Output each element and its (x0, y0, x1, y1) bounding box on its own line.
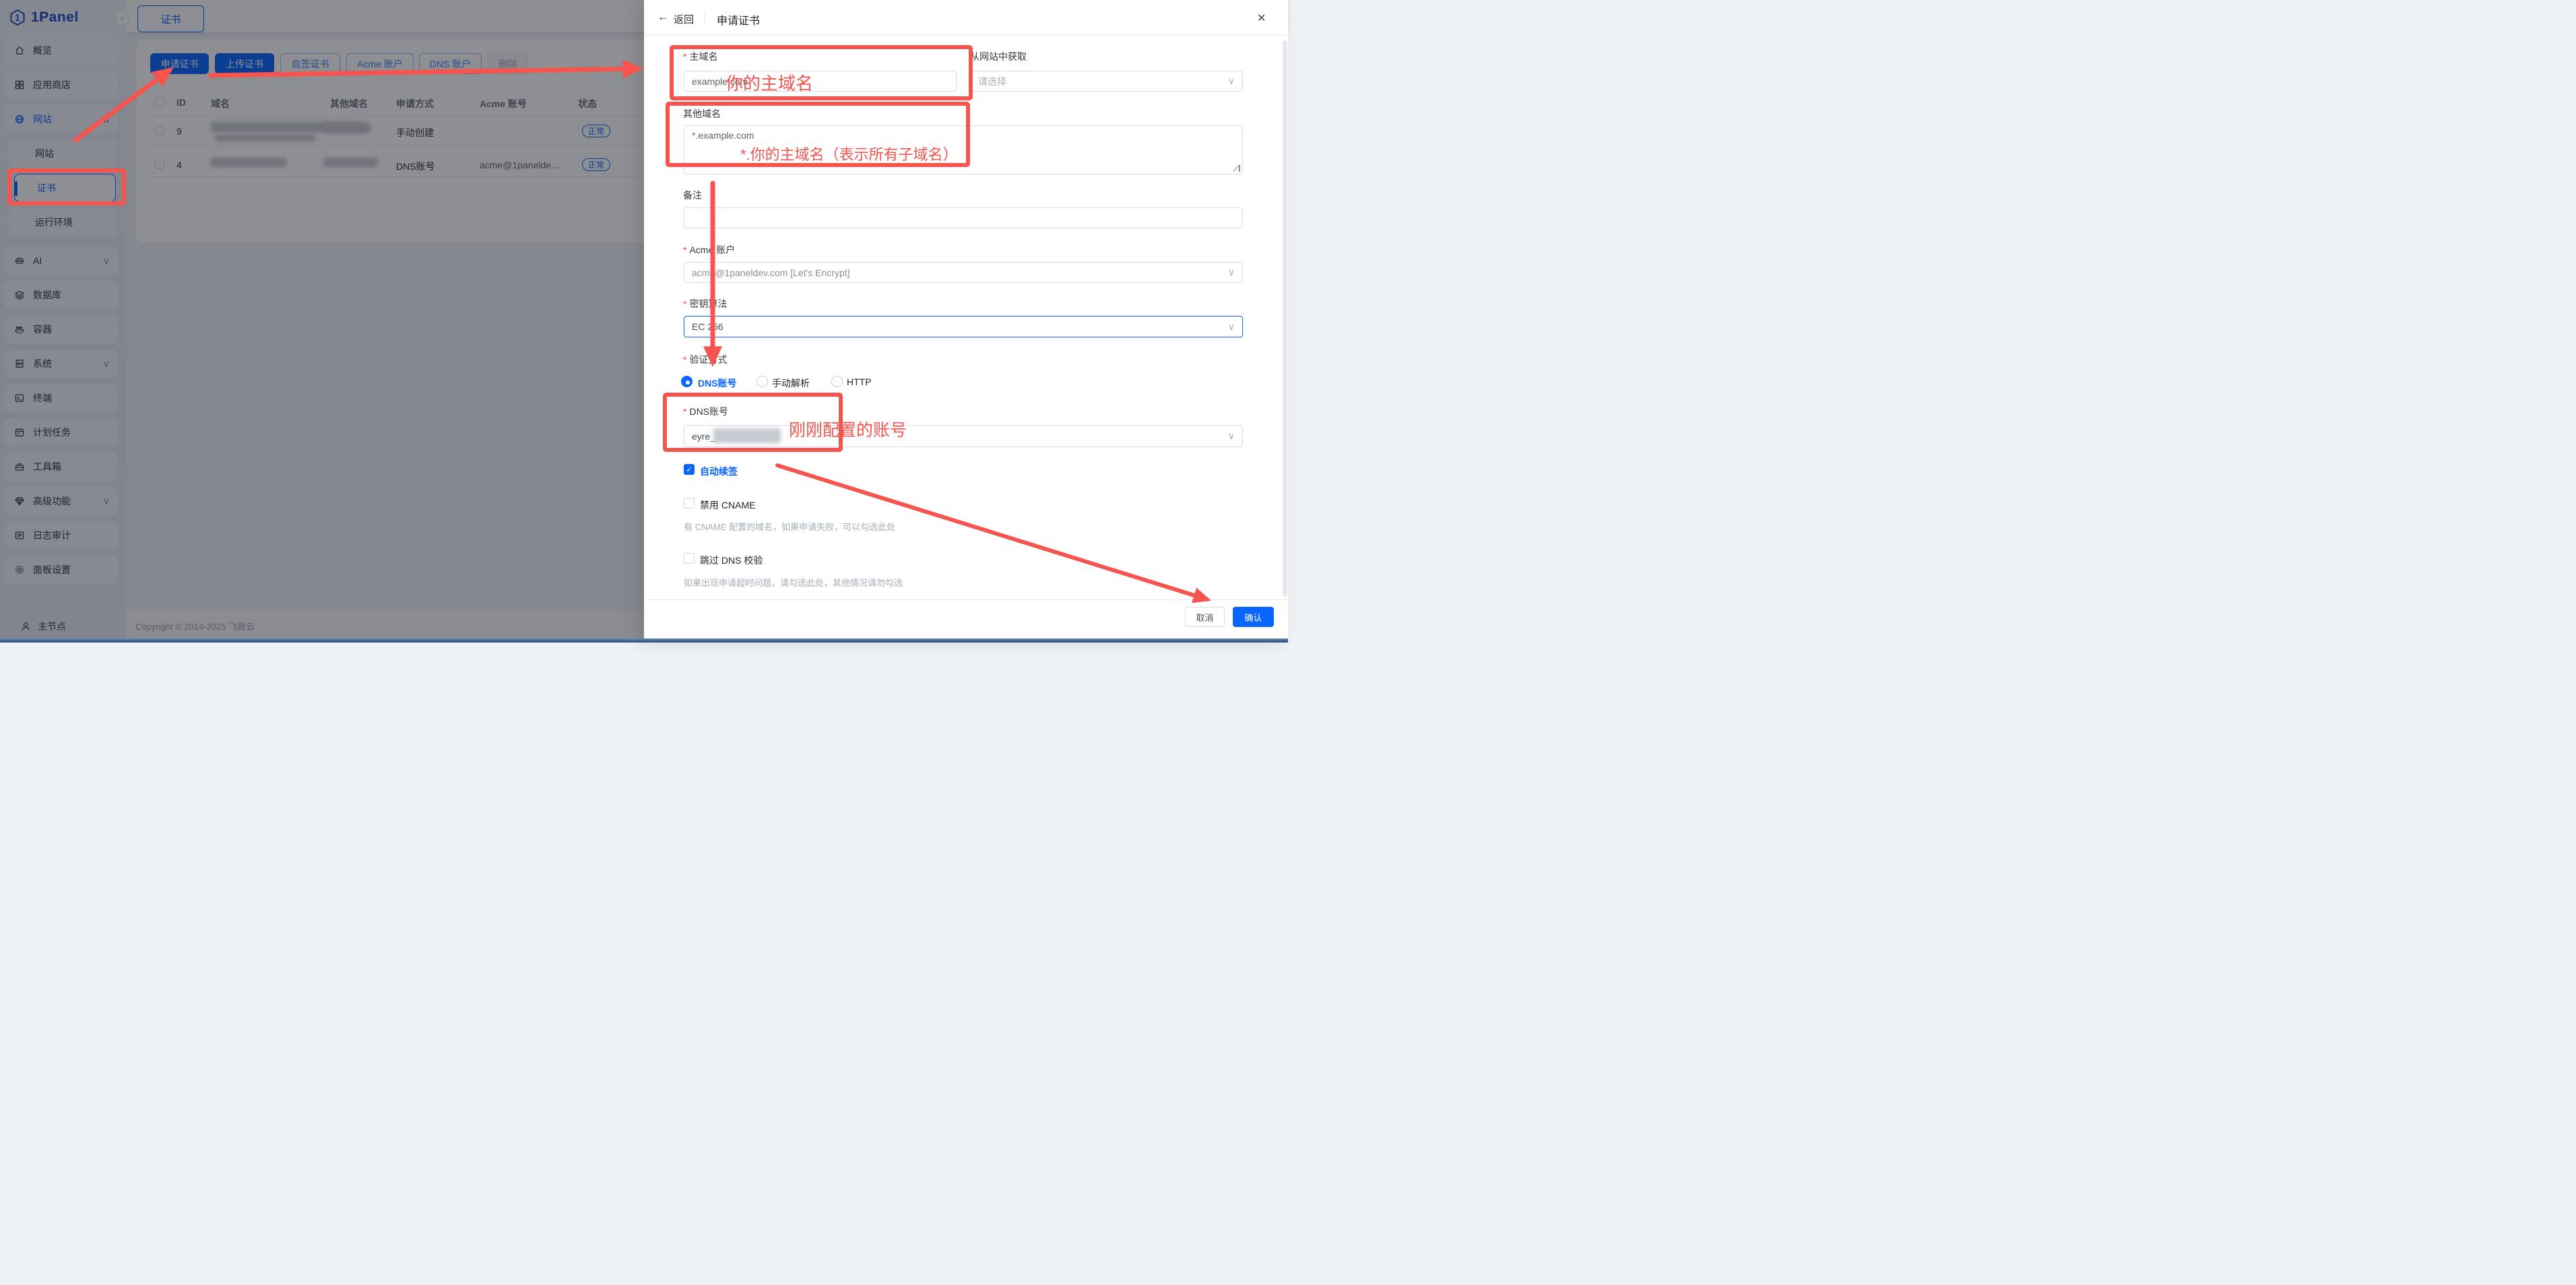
remark-label: 备注 (683, 189, 702, 202)
disable-cname-label[interactable]: 禁用 CNAME (700, 498, 755, 512)
from-site-label: 从网站中获取 (970, 50, 1027, 63)
radio-http[interactable] (831, 376, 843, 387)
annotation-box-main-domain (670, 45, 973, 100)
skip-dns-checkbox[interactable] (684, 553, 695, 564)
disable-cname-checkbox[interactable] (684, 498, 695, 508)
radio-dns-account[interactable] (681, 376, 693, 387)
header-divider (704, 13, 705, 24)
app-root: { "app": { "logo": "1Panel" }, "icons": … (0, 0, 1288, 642)
verify-mode-label: *验证方式 (683, 353, 727, 366)
remark-input[interactable] (684, 207, 1243, 228)
annotation-text-dns-account: 刚刚配置的账号 (789, 417, 907, 441)
auto-renew-label[interactable]: 自动续签 (700, 465, 738, 478)
drawer-header: ← 返回 申请证书 ✕ (644, 0, 1288, 36)
required-star: * (683, 354, 686, 365)
acme-account-select[interactable]: acme@1paneldev.com [Let's Encrypt] ∨ (684, 262, 1243, 283)
annotation-text-other-domain: *.你的主域名（表示所有子域名） (740, 143, 958, 164)
required-star: * (683, 298, 686, 309)
annotation-text-main-domain: 你的主域名 (726, 70, 813, 95)
close-icon[interactable]: ✕ (1257, 11, 1266, 25)
required-star: * (683, 244, 686, 255)
confirm-button[interactable]: 确认 (1233, 607, 1274, 627)
key-alg-label: *密钥算法 (683, 297, 727, 310)
radio-label[interactable]: 手动解析 (772, 376, 810, 390)
auto-renew-checkbox[interactable]: ✓ (684, 464, 695, 475)
label-text: 密钥算法 (689, 298, 727, 309)
resize-handle-icon[interactable] (1233, 165, 1240, 172)
skip-dns-help: 如果出现申请超时问题，请勾选此处，其他情况请勿勾选 (684, 576, 903, 589)
radio-manual-resolve[interactable] (756, 376, 768, 387)
select-placeholder: 请选择 (978, 75, 1006, 88)
select-value: acme@1paneldev.com [Let's Encrypt] (692, 267, 850, 278)
skip-dns-label[interactable]: 跳过 DNS 校验 (700, 554, 763, 567)
drawer-scrollbar[interactable] (1283, 40, 1287, 597)
back-button[interactable]: 返回 (674, 12, 694, 26)
button-label: 确认 (1244, 611, 1262, 624)
window-bottom-edge (0, 638, 1288, 642)
label-text: 验证方式 (689, 354, 727, 365)
label-text: Acme 账户 (689, 244, 735, 255)
label-text: 备注 (683, 190, 702, 201)
back-arrow-icon[interactable]: ← (657, 11, 668, 24)
label-text: 从网站中获取 (970, 51, 1027, 62)
cancel-button[interactable]: 取消 (1185, 607, 1225, 627)
select-value: EC 256 (692, 321, 723, 332)
drawer-title: 申请证书 (717, 11, 760, 28)
chevron-down-icon: ∨ (1228, 430, 1235, 442)
disable-cname-help: 有 CNAME 配置的域名，如果申请失败，可以勾选此处 (684, 520, 895, 533)
chevron-down-icon: ∨ (1228, 321, 1235, 333)
from-site-select[interactable]: 请选择 ∨ (970, 71, 1243, 92)
chevron-down-icon: ∨ (1228, 267, 1235, 278)
check-icon: ✓ (686, 465, 692, 474)
key-alg-select[interactable]: EC 256 ∨ (684, 316, 1243, 337)
acme-account-label: *Acme 账户 (683, 243, 735, 257)
drawer-footer-divider (644, 599, 1288, 600)
button-label: 取消 (1196, 611, 1213, 624)
radio-label[interactable]: DNS账号 (698, 376, 737, 390)
chevron-down-icon: ∨ (1228, 75, 1235, 87)
radio-label[interactable]: HTTP (847, 376, 872, 387)
annotation-box-certificate-menu (7, 168, 126, 205)
modal-dim-overlay[interactable] (0, 0, 644, 642)
